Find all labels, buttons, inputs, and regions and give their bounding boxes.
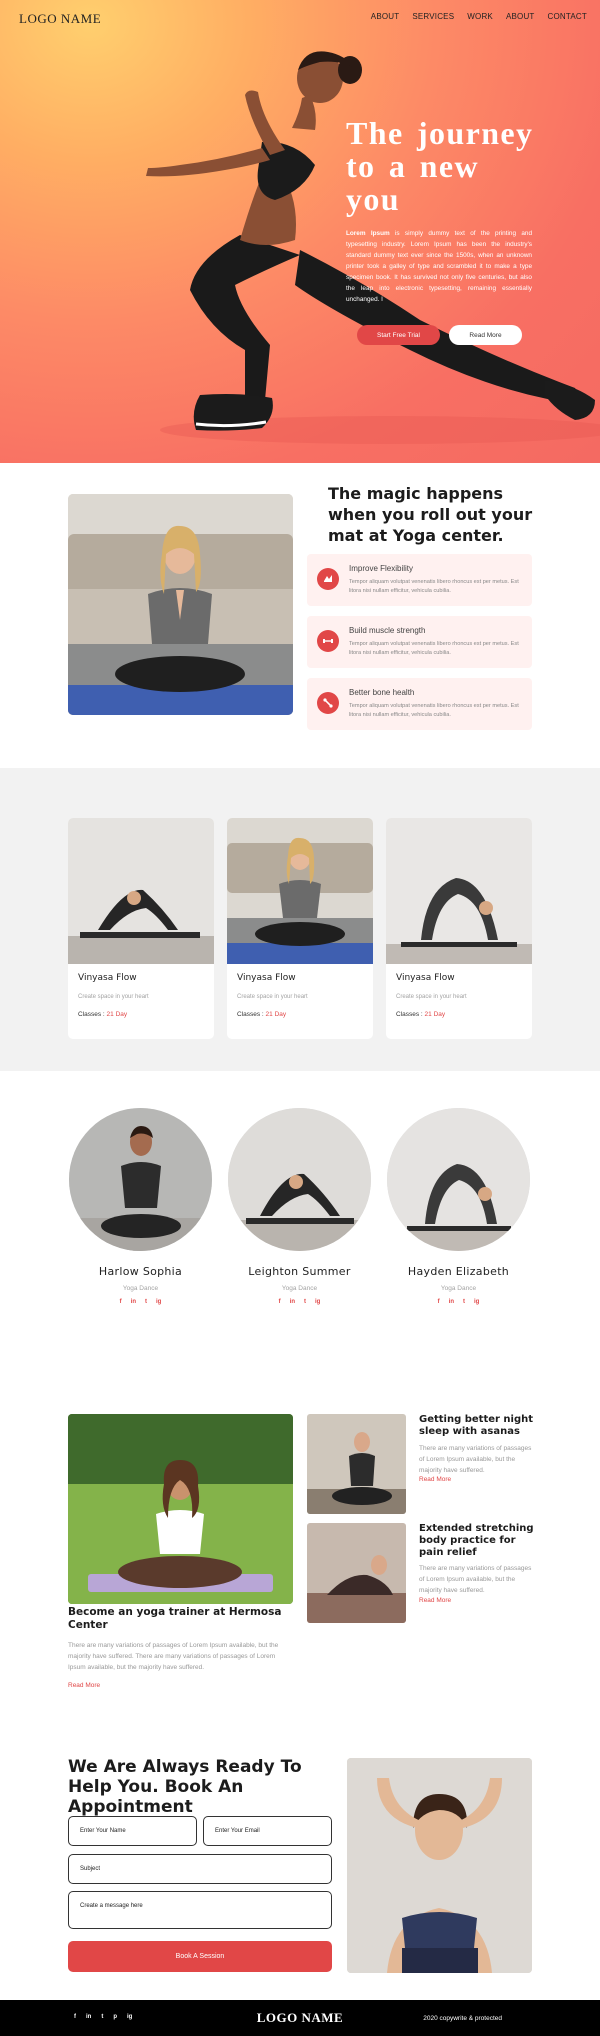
twitter-icon[interactable]: t [145,1299,147,1305]
twitter-icon[interactable]: t [304,1299,306,1305]
trainer-name: Leighton Summer [248,1265,351,1278]
trainer-avatar [69,1108,212,1251]
blog-side-title[interactable]: Extended stretching body practice for pa… [419,1523,537,1559]
feature-card-strength: Build muscle strength Tempor aliquam vol… [307,616,532,668]
message-field[interactable]: Create a message here [68,1891,332,1929]
linkedin-icon[interactable]: in [131,1299,136,1305]
trainer-role: Yoga Dance [122,1285,159,1292]
flexibility-icon [317,568,339,590]
nav-about[interactable]: ABOUT [371,12,400,21]
class-duration-value: 21 Day [106,1011,128,1018]
magic-section-title: The magic happens when you roll out your… [328,484,533,545]
class-photo [68,818,214,964]
trainer-name: Hayden Elizabeth [407,1265,510,1278]
meditation-photo [68,494,293,715]
book-session-button[interactable]: Book A Session [68,1941,332,1972]
trainer-name: Harlow Sophia [98,1265,183,1278]
facebook-icon[interactable]: f [279,1299,281,1305]
blog-side-photo[interactable] [307,1523,406,1623]
class-duration-label: Classes : [237,1011,266,1018]
contact-photo [347,1758,532,1973]
nav-work[interactable]: WORK [467,12,493,21]
blog-main-title[interactable]: Become an yoga trainer at Hermosa Center [68,1606,293,1632]
contact-title: We Are Always Ready To Help You. Book An… [68,1757,302,1817]
class-duration-label: Classes : [396,1011,425,1018]
linkedin-icon[interactable]: in [449,1299,454,1305]
trainer-card: Leighton Summer Yoga Dance f in t ig [227,1108,372,1318]
footer-logo[interactable]: LOGO NAME [0,2010,600,2026]
feature-text: Tempor aliquam volutpat venenatis libero… [349,641,519,656]
feature-title: Build muscle strength [349,626,426,635]
trainer-avatar [387,1108,530,1251]
class-duration: Classes : 21 Day [78,1011,127,1018]
class-card[interactable]: Vinyasa Flow Create space in your heart … [386,818,532,1039]
nav-services[interactable]: SERVICES [412,12,454,21]
facebook-icon[interactable]: f [120,1299,122,1305]
instagram-icon[interactable]: ig [156,1299,161,1305]
name-field[interactable]: Enter Your Name [68,1816,197,1846]
class-duration: Classes : 21 Day [237,1011,286,1018]
trainer-avatar [228,1108,371,1251]
blog-main-text: There are many variations of passages of… [68,1642,279,1671]
class-photo [227,818,373,964]
copyright-text: 2020 copywrite & protected [423,2015,502,2022]
blog-side-text: There are many variations of passages of… [419,1565,532,1594]
blog-side-read-more-link[interactable]: Read More [419,1597,451,1604]
class-subtitle: Create space in your heart [237,994,308,1000]
trainer-card: Hayden Elizabeth Yoga Dance f in t ig [386,1108,531,1318]
site-logo[interactable]: LOGO NAME [19,11,101,27]
hero-description-body: is simply dummy text of the printing and… [346,230,532,303]
hero-section: LOGO NAME ABOUT SERVICES WORK ABOUT CONT… [0,0,600,463]
hero-description-bold: Lorem Ipsum [346,230,390,237]
blog-side-title[interactable]: Getting better night sleep with asanas [419,1414,537,1438]
hero-description: Lorem Ipsum is simply dummy text of the … [346,228,532,305]
class-photo [386,818,532,964]
class-subtitle: Create space in your heart [78,994,149,1000]
footer: f in t p ig LOGO NAME 2020 copywrite & p… [0,2000,600,2036]
trainer-social-links: f in t ig [68,1299,213,1305]
feature-card-flexibility: Improve Flexibility Tempor aliquam volut… [307,554,532,606]
trainer-social-links: f in t ig [227,1299,372,1305]
feature-title: Better bone health [349,688,415,697]
feature-text: Tempor aliquam volutpat venenatis libero… [349,703,519,718]
class-title: Vinyasa Flow [237,973,296,983]
email-field[interactable]: Enter Your Email [203,1816,332,1846]
class-card[interactable]: Vinyasa Flow Create space in your heart … [227,818,373,1039]
hero-title: The journey to a new you [346,115,534,217]
start-free-trial-button[interactable]: Start Free Trial [357,325,440,345]
class-subtitle: Create space in your heart [396,994,467,1000]
trainer-social-links: f in t ig [386,1299,531,1305]
hero-read-more-button[interactable]: Read More [449,325,522,345]
feature-text: Tempor aliquam volutpat venenatis libero… [349,579,519,594]
dumbbell-icon [317,630,339,652]
blog-main-read-more-link[interactable]: Read More [68,1682,100,1689]
facebook-icon[interactable]: f [438,1299,440,1305]
subject-field[interactable]: Subject [68,1854,332,1884]
class-title: Vinyasa Flow [396,973,455,983]
class-duration-label: Classes : [78,1011,107,1018]
blog-side-photo[interactable] [307,1414,406,1514]
main-nav: ABOUT SERVICES WORK ABOUT CONTACT [371,12,587,21]
linkedin-icon[interactable]: in [290,1299,295,1305]
feature-title: Improve Flexibility [349,564,414,573]
trainer-card: Harlow Sophia Yoga Dance f in t ig [68,1108,213,1318]
blog-side-text: There are many variations of passages of… [419,1445,532,1474]
trainer-role: Yoga Dance [281,1285,318,1292]
class-duration-value: 21 Day [265,1011,287,1018]
class-duration-value: 21 Day [424,1011,446,1018]
blog-side-read-more-link[interactable]: Read More [419,1476,451,1483]
feature-card-bone-health: Better bone health Tempor aliquam volutp… [307,678,532,730]
instagram-icon[interactable]: ig [474,1299,479,1305]
class-title: Vinyasa Flow [78,973,137,983]
twitter-icon[interactable]: t [463,1299,465,1305]
nav-contact[interactable]: CONTACT [548,12,587,21]
instagram-icon[interactable]: ig [315,1299,320,1305]
class-duration: Classes : 21 Day [396,1011,445,1018]
nav-about-2[interactable]: ABOUT [506,12,535,21]
bone-icon [317,692,339,714]
blog-main-photo[interactable] [68,1414,293,1604]
trainer-role: Yoga Dance [440,1285,477,1292]
class-card[interactable]: Vinyasa Flow Create space in your heart … [68,818,214,1039]
